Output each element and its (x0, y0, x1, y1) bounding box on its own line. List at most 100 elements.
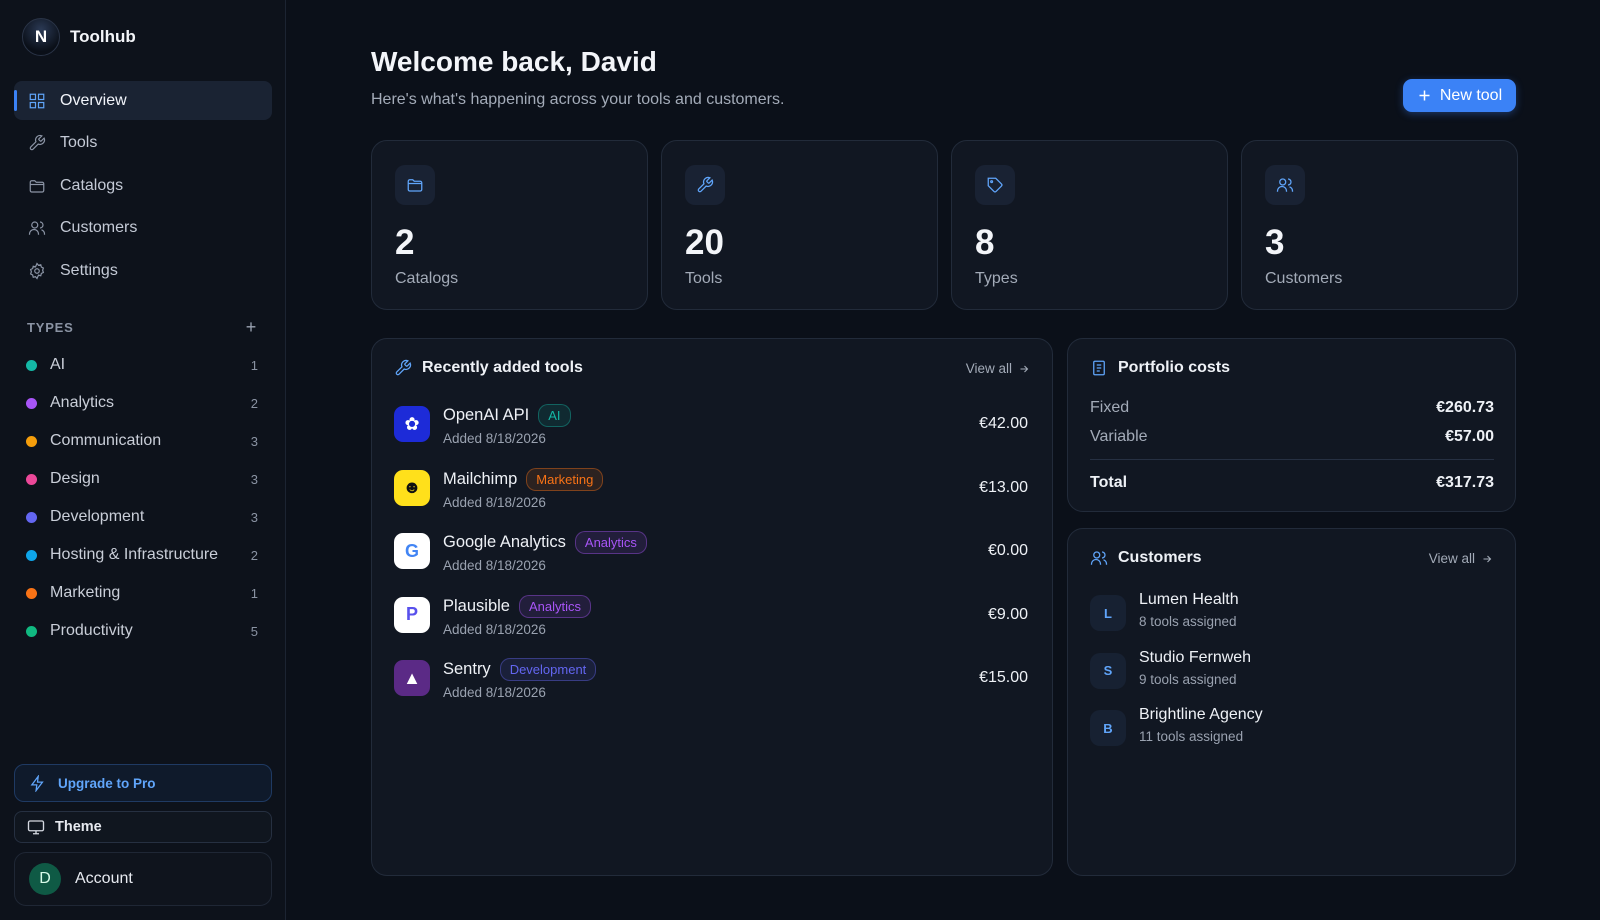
type-label: Development (50, 508, 145, 525)
type-count: 5 (250, 623, 258, 639)
stat-value: 20 (685, 223, 724, 262)
type-badge: Development (499, 658, 597, 681)
view-all-customers-link[interactable]: View all (1429, 551, 1493, 566)
type-count: 1 (250, 357, 258, 373)
cost-row-variable: Variable €57.00 (1090, 428, 1494, 446)
stat-label: Tools (685, 270, 723, 287)
type-color-dot (26, 511, 37, 523)
upgrade-button[interactable]: Upgrade to Pro (14, 764, 272, 802)
app-logo: N (22, 18, 60, 56)
type-badge: Analytics (518, 594, 591, 618)
theme-button[interactable]: Theme (14, 811, 272, 843)
add-type-button[interactable]: + (246, 317, 257, 338)
tool-name: OpenAI API (443, 406, 530, 424)
plus-icon (1417, 88, 1432, 103)
type-color-dot (26, 435, 37, 447)
view-all-tools-link[interactable]: View all (966, 361, 1030, 376)
cost-label: Total (1090, 474, 1128, 491)
type-label: Analytics (50, 394, 115, 411)
stat-label: Customers (1265, 270, 1343, 287)
nav-item-catalogs[interactable]: Catalogs (14, 166, 272, 205)
lightning-icon (29, 774, 46, 792)
portfolio-title: Portfolio costs (1090, 359, 1230, 377)
customer-tools-count: 11 tools assigned (1139, 729, 1244, 744)
wrench-icon (685, 165, 725, 205)
type-count: 1 (250, 585, 258, 601)
panel-title-text: Portfolio costs (1118, 359, 1231, 376)
customer-row[interactable]: L Lumen Health 8 tools assigned (1090, 591, 1490, 635)
type-item[interactable]: Design 3 (26, 460, 258, 498)
page-subtitle: Here's what's happening across your tool… (371, 91, 785, 108)
account-button[interactable]: D Account (14, 852, 272, 906)
type-item[interactable]: AI 1 (26, 346, 258, 384)
nav-item-overview[interactable]: Overview (14, 81, 272, 120)
stat-card-customers[interactable]: 3 Customers (1241, 140, 1518, 310)
divider (1090, 459, 1494, 460)
type-item[interactable]: Productivity 5 (26, 612, 258, 650)
customer-row[interactable]: B Brightline Agency 11 tools assigned (1090, 706, 1490, 750)
type-badge: Analytics (574, 531, 647, 554)
nav-label: Catalogs (60, 176, 124, 194)
tool-row[interactable]: G Google Analytics Analytics Added 8/18/202… (394, 528, 1028, 578)
customer-avatar: S (1090, 652, 1126, 689)
stat-card-types[interactable]: 8 Types (951, 140, 1228, 310)
type-badge: Marketing (526, 467, 604, 491)
customer-avatar: L (1090, 595, 1126, 631)
customer-row[interactable]: S Studio Fernweh 9 tools assigned (1090, 649, 1490, 693)
cost-value: €317.73 (1436, 474, 1494, 491)
type-item-main: AI (26, 356, 65, 374)
cost-label: Fixed (1090, 399, 1130, 416)
type-item-main: Hosting & Infrastructure (26, 546, 218, 564)
tool-row[interactable]: ☻ Mailchimp Marketing Added 8/18/2026 €13.00 (394, 465, 1028, 515)
types-heading: TYPES (27, 320, 74, 335)
tool-row[interactable]: ▲ Sentry Development Added 8/18/2026 €15.00 (394, 655, 1028, 705)
panel-title-text: Customers (1118, 549, 1202, 566)
new-tool-button[interactable]: New tool (1403, 79, 1516, 112)
brand[interactable]: N Toolhub (22, 18, 136, 56)
tool-name-line: Google Analytics Analytics (443, 531, 647, 554)
customer-tools-count: 9 tools assigned (1139, 671, 1237, 687)
customers-title: Customers (1090, 549, 1202, 567)
arrow-right-icon (1481, 553, 1493, 565)
type-item[interactable]: Hosting & Infrastructure 2 (26, 536, 258, 574)
cost-label: Variable (1090, 428, 1148, 445)
tool-price: €0.00 (987, 542, 1028, 559)
tool-name: Plausible (443, 596, 510, 615)
type-count: 3 (250, 509, 258, 525)
stat-card-catalogs[interactable]: 2 Catalogs (371, 140, 648, 310)
type-item-main: Development (26, 508, 144, 526)
nav-label: Settings (60, 261, 118, 279)
google-logo: G (394, 533, 430, 569)
sentry-logo: ▲ (394, 660, 430, 696)
types-header: TYPES + (27, 317, 257, 338)
type-count: 2 (250, 395, 258, 411)
tool-name: Mailchimp (443, 469, 518, 488)
tool-added-date: Added 8/18/2026 (443, 685, 546, 700)
account-label: Account (75, 870, 133, 887)
nav-item-settings[interactable]: Settings (14, 251, 272, 290)
type-item[interactable]: Analytics 2 (26, 384, 258, 422)
customer-tools-count: 8 tools assigned (1139, 614, 1237, 629)
nav-item-tools[interactable]: Tools (14, 124, 272, 163)
tool-row[interactable]: P Plausible Analytics Added 8/18/2026 €9.00 (394, 592, 1028, 642)
stat-card-tools[interactable]: 20 Tools (661, 140, 938, 310)
type-label: Hosting & Infrastructure (50, 546, 219, 563)
tool-row[interactable]: ✿ OpenAI API AI Added 8/18/2026 €42.00 (394, 401, 1028, 451)
receipt-icon (1090, 359, 1108, 377)
types-list: AI 1 Analytics 2 Communication 3 Design 3 Develo… (26, 346, 258, 650)
cost-row-total: Total €317.73 (1090, 474, 1494, 492)
type-item[interactable]: Marketing 1 (26, 574, 258, 612)
theme-label: Theme (55, 819, 102, 835)
type-label: Marketing (50, 584, 121, 601)
type-item[interactable]: Development 3 (26, 498, 258, 536)
type-label: Communication (50, 432, 162, 449)
type-count: 3 (250, 471, 258, 487)
type-item[interactable]: Communication 3 (26, 422, 258, 460)
type-item-main: Communication (26, 432, 161, 450)
stat-value: 3 (1265, 223, 1285, 262)
portfolio-costs-panel: Portfolio costs Fixed €260.73 Variable €… (1067, 338, 1516, 512)
plausible-logo: P (394, 596, 430, 633)
nav-item-customers[interactable]: Customers (14, 209, 272, 248)
type-color-dot (26, 397, 37, 409)
folder-icon (28, 177, 46, 195)
